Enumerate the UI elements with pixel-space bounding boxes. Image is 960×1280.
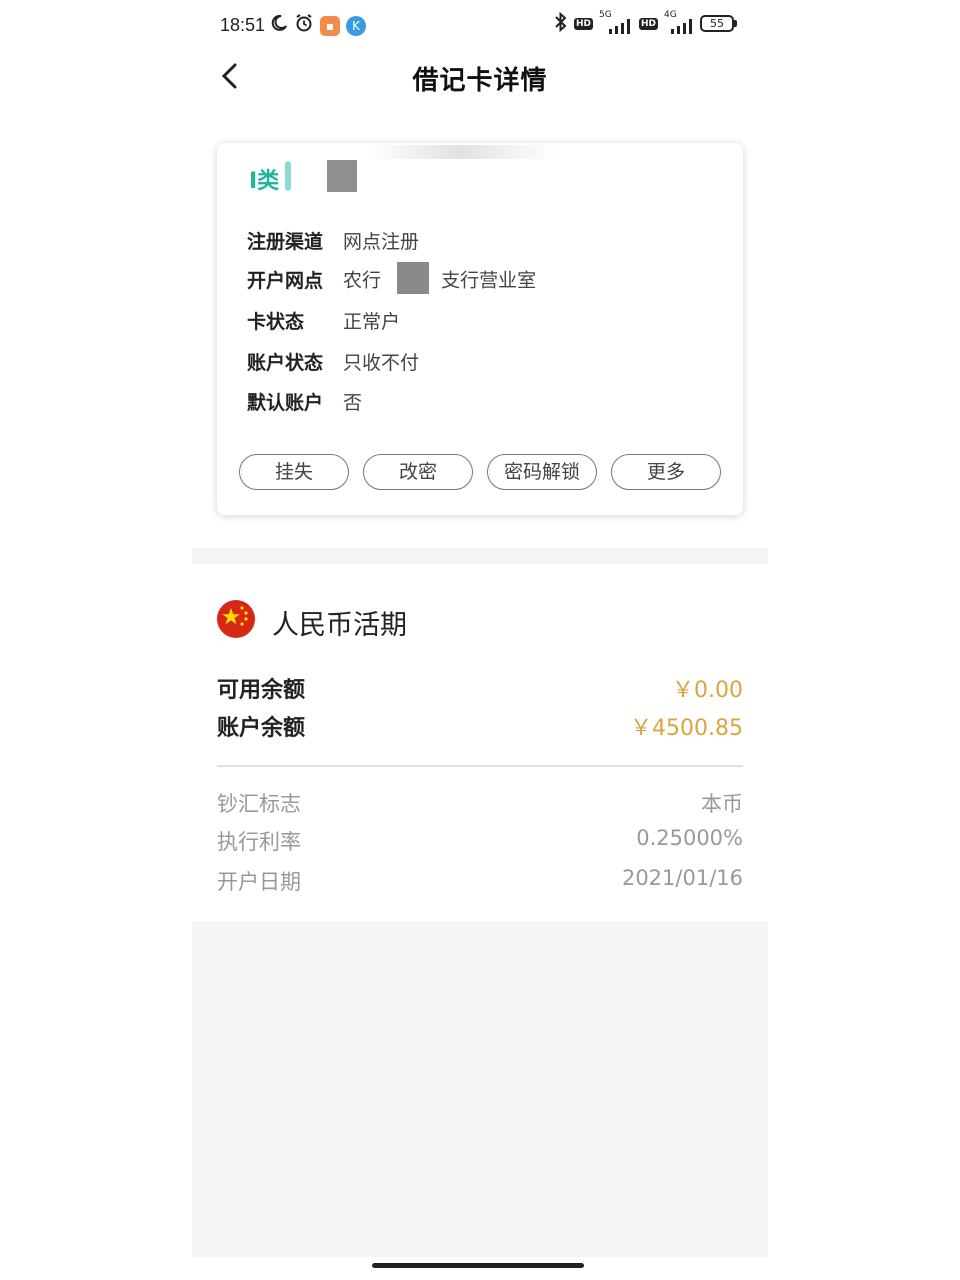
status-time: 18:51: [220, 15, 266, 35]
status-left-icons: ▪ K: [270, 13, 366, 38]
battery-icon: 55: [700, 15, 737, 32]
info-row-card-status: 卡状态 正常户: [247, 307, 400, 337]
balance-value: ￥4500.85: [630, 716, 743, 741]
alarm-icon: [294, 13, 314, 38]
report-loss-button[interactable]: 挂失: [239, 454, 349, 490]
china-flag-icon: [217, 600, 255, 638]
detail-value: 0.25000%: [636, 826, 743, 850]
detail-label: 开户日期: [217, 870, 301, 894]
info-value-suffix: 支行营业室: [441, 269, 537, 292]
account-balance-row: 账户余额 ￥4500.85: [217, 710, 743, 744]
k-app-icon: K: [346, 15, 366, 36]
available-balance-row: 可用余额 ￥0.00: [217, 672, 743, 706]
unlock-password-button[interactable]: 密码解锁: [487, 454, 597, 490]
signal-5g-icon: 5G: [599, 10, 633, 34]
balance-label: 账户余额: [217, 716, 306, 741]
detail-value: 2021/01/16: [621, 866, 743, 890]
moon-icon: [270, 14, 288, 37]
detail-row-interest-rate: 执行利率 0.25000%: [217, 826, 743, 856]
detail-label: 钞汇标志: [217, 792, 301, 816]
detail-value: 本币: [701, 792, 743, 816]
account-name: 人民币活期: [272, 610, 407, 641]
app-notification-icon: ▪: [320, 15, 340, 36]
balance-value: ￥0.00: [672, 678, 743, 703]
more-button[interactable]: 更多: [611, 454, 721, 490]
info-value-prefix: 农行: [343, 269, 382, 292]
status-bar: 18:51 ▪ K HD 5G HD 4G 55: [192, 0, 768, 52]
phone-screen: 18:51 ▪ K HD 5G HD 4G 55 借记卡详情 I类 注册渠道 网…: [192, 0, 768, 1280]
redacted-streak: [367, 145, 557, 159]
change-password-button[interactable]: 改密: [363, 454, 473, 490]
info-value: 否: [343, 392, 363, 414]
detail-row-currency-flag: 钞汇标志 本币: [217, 788, 743, 818]
section-separator: [192, 548, 768, 564]
status-right-icons: HD 5G HD 4G 55: [554, 10, 737, 35]
info-label: 默认账户: [247, 392, 324, 414]
info-row-account-status: 账户状态 只收不付: [247, 348, 419, 378]
redacted-card-number: [327, 160, 357, 192]
page-title: 借记卡详情: [412, 66, 548, 96]
debit-card-panel: I类 注册渠道 网点注册 开户网点 农行 支行营业室 卡状态 正常户 账户状态 只…: [217, 143, 743, 515]
detail-row-open-date: 开户日期 2021/01/16: [217, 866, 743, 896]
hd-badge: HD: [573, 17, 593, 30]
info-value: 正常户: [343, 311, 401, 333]
info-row-branch: 开户网点 农行 支行营业室: [247, 262, 537, 295]
divider: [217, 765, 743, 767]
home-indicator[interactable]: [372, 1263, 584, 1268]
detail-label: 执行利率: [217, 830, 301, 854]
redacted-branch: [397, 262, 430, 294]
hd-badge-2: HD: [638, 17, 658, 30]
card-type-label: I类: [249, 169, 280, 194]
bluetooth-icon: [554, 11, 568, 35]
info-value: 只收不付: [343, 352, 420, 374]
balance-label: 可用余额: [217, 678, 306, 703]
info-label: 账户状态: [247, 352, 324, 374]
card-actions: 挂失 改密 密码解锁 更多: [239, 454, 721, 490]
info-row-default-account: 默认账户 否: [247, 388, 362, 418]
top-nav-bar: 借记卡详情: [192, 52, 768, 102]
signal-4g-icon: 4G: [664, 10, 694, 34]
info-label: 注册渠道: [247, 231, 324, 253]
info-row-channel: 注册渠道 网点注册: [247, 227, 419, 257]
info-value: 网点注册: [343, 231, 420, 253]
info-label: 卡状态: [247, 311, 305, 333]
info-label: 开户网点: [247, 269, 324, 292]
card-type-accent: [285, 161, 291, 191]
empty-content-area: [192, 921, 768, 1257]
